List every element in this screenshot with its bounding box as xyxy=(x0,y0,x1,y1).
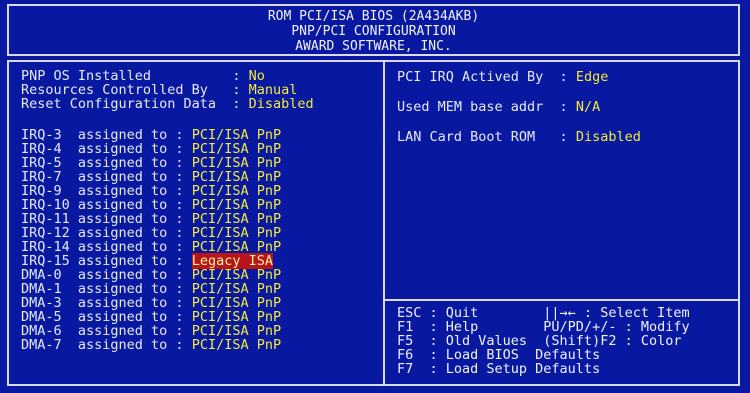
setting-value[interactable]: N/A xyxy=(576,99,600,115)
assignment-row[interactable]: IRQ-3 assigned to : PCI/ISA PnP xyxy=(21,128,281,142)
vendor-name: AWARD SOFTWARE, INC. xyxy=(295,39,452,54)
assignment-row[interactable]: DMA-6 assigned to : PCI/ISA PnP xyxy=(21,324,281,338)
help-line: F1 : Help PU/PD/+/- : Modify xyxy=(397,319,690,335)
assignment-row[interactable]: IRQ-5 assigned to : PCI/ISA PnP xyxy=(21,156,281,170)
setting-resources-controlled[interactable]: Resources Controlled By : Manual xyxy=(21,83,297,97)
setting-label: Reset Configuration Data : xyxy=(21,96,249,112)
setting-value[interactable]: Disabled xyxy=(249,96,314,112)
assignment-row[interactable]: IRQ-4 assigned to : PCI/ISA PnP xyxy=(21,142,281,156)
setting-label: PCI IRQ Actived By : xyxy=(397,69,576,85)
assignment-row[interactable]: IRQ-9 assigned to : PCI/ISA PnP xyxy=(21,184,281,198)
setting-pci-irq-actived[interactable]: PCI IRQ Actived By : Edge xyxy=(397,70,608,84)
setting-reset-config[interactable]: Reset Configuration Data : Disabled xyxy=(21,97,314,111)
assignment-row[interactable]: DMA-1 assigned to : PCI/ISA PnP xyxy=(21,282,281,296)
assignment-row[interactable]: DMA-3 assigned to : PCI/ISA PnP xyxy=(21,296,281,310)
assignment-row[interactable]: IRQ-14 assigned to : PCI/ISA PnP xyxy=(21,240,281,254)
setting-label: LAN Card Boot ROM : xyxy=(397,129,576,145)
assignment-row[interactable]: DMA-7 assigned to : PCI/ISA PnP xyxy=(21,338,281,352)
help-line: F6 : Load BIOS Defaults xyxy=(397,347,601,363)
setting-pnp-os[interactable]: PNP OS Installed : No xyxy=(21,69,265,83)
setting-label: Used MEM base addr : xyxy=(397,99,576,115)
assignment-row[interactable]: IRQ-7 assigned to : PCI/ISA PnP xyxy=(21,170,281,184)
assignment-row[interactable]: IRQ-12 assigned to : PCI/ISA PnP xyxy=(21,226,281,240)
help-line: ESC : Quit ||→← : Select Item xyxy=(397,305,690,321)
assignment-value[interactable]: PCI/ISA PnP xyxy=(192,337,281,353)
assignment-row[interactable]: IRQ-11 assigned to : PCI/ISA PnP xyxy=(21,212,281,226)
setting-value[interactable]: Edge xyxy=(576,69,609,85)
vertical-divider xyxy=(383,62,385,384)
bios-header: ROM PCI/ISA BIOS (2A434AKB) PNP/PCI CONF… xyxy=(7,4,740,56)
assignment-row[interactable]: DMA-0 assigned to : PCI/ISA PnP xyxy=(21,268,281,282)
bios-title: ROM PCI/ISA BIOS (2A434AKB) xyxy=(267,9,480,24)
config-frame: PNP OS Installed : No Resources Controll… xyxy=(7,60,740,386)
assignment-row[interactable]: DMA-5 assigned to : PCI/ISA PnP xyxy=(21,310,281,324)
assignment-row-selected[interactable]: IRQ-15 assigned to : Legacy ISA xyxy=(21,253,273,269)
assignment-label: DMA-7 assigned to : xyxy=(21,337,192,353)
setting-lan-boot-rom[interactable]: LAN Card Boot ROM : Disabled xyxy=(397,130,641,144)
horizontal-divider xyxy=(385,299,738,301)
help-line: F7 : Load Setup Defaults xyxy=(397,361,601,377)
assignment-row[interactable]: IRQ-10 assigned to : PCI/ISA PnP xyxy=(21,198,281,212)
setting-value[interactable]: Disabled xyxy=(576,129,641,145)
page-title: PNP/PCI CONFIGURATION xyxy=(291,24,456,39)
setting-mem-base-addr[interactable]: Used MEM base addr : N/A xyxy=(397,100,600,114)
help-line: F5 : Old Values (Shift)F2 : Color xyxy=(397,333,682,349)
